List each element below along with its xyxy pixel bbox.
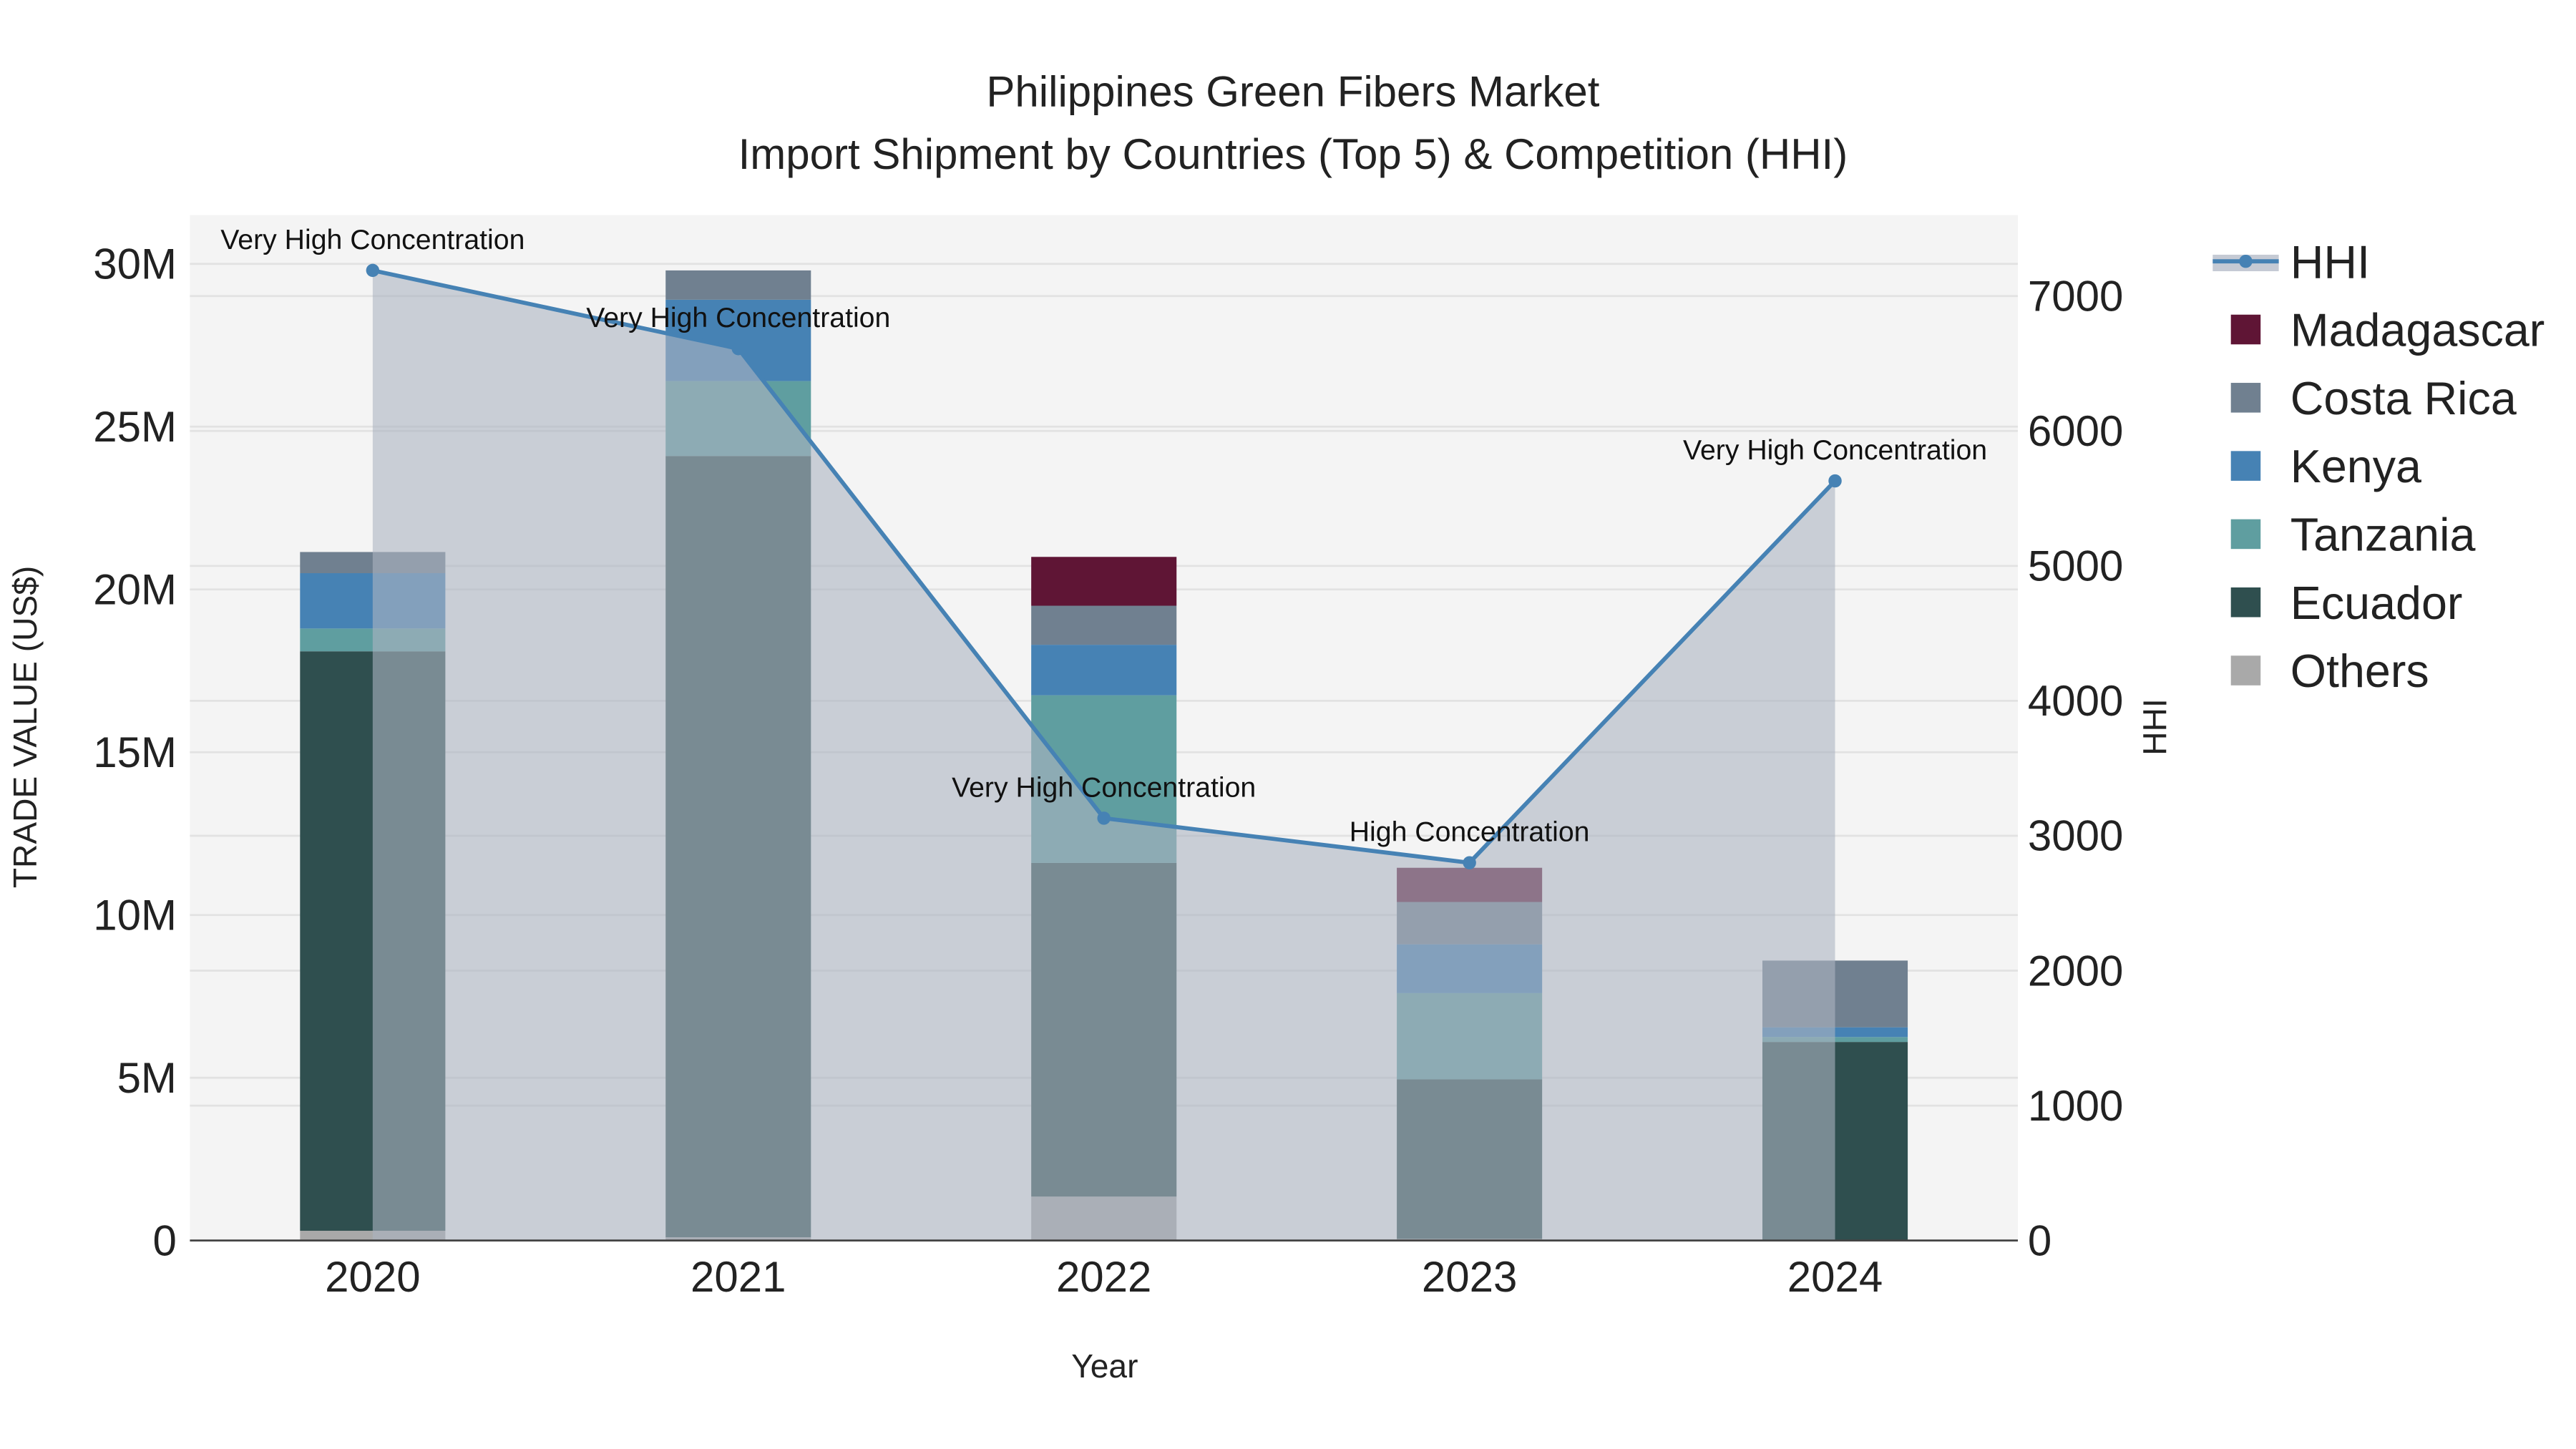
x-tick-label: 2021 — [691, 1253, 786, 1301]
y2-tick-label: 2000 — [2028, 947, 2123, 995]
legend-label: HHI — [2290, 236, 2370, 288]
y-tick-label: 25M — [93, 403, 177, 451]
hhi-annotation: Very High Concentration — [586, 302, 890, 333]
legend-label: Ecuador — [2290, 577, 2463, 629]
y-tick-label: 20M — [93, 566, 177, 614]
legend-label: Costa Rica — [2290, 373, 2517, 424]
hhi-point — [1097, 811, 1111, 825]
y2-tick-label: 7000 — [2028, 272, 2123, 320]
x-tick-label: 2022 — [1056, 1253, 1151, 1301]
legend-hhi-marker — [2239, 254, 2253, 268]
chart-subtitle: Import Shipment by Countries (Top 5) & C… — [738, 130, 1848, 178]
x-axis-label: Year — [1071, 1347, 1138, 1385]
hhi-point — [1828, 474, 1842, 488]
legend-swatch — [2230, 383, 2261, 413]
y-axis-label: TRADE VALUE (US$) — [6, 566, 44, 888]
y-tick-label: 5M — [117, 1054, 177, 1102]
legend-label: Others — [2290, 645, 2429, 697]
y2-tick-label: 1000 — [2028, 1082, 2123, 1130]
x-axis-ticks: 2020 2021 2022 2023 2024 — [325, 1253, 1883, 1301]
hhi-annotation: Very High Concentration — [220, 224, 525, 255]
legend-swatch — [2230, 314, 2261, 345]
legend: HHI Madagascar Costa Rica Kenya Tanzania Ecua… — [2212, 236, 2545, 697]
bar-kenya — [1031, 645, 1177, 696]
hhi-annotation: Very High Concentration — [952, 771, 1256, 803]
chart-title: Philippines Green Fibers Market — [986, 67, 1599, 115]
y2-tick-label: 3000 — [2028, 812, 2123, 860]
hhi-point — [731, 342, 745, 356]
bar-costa-rica — [1031, 605, 1177, 645]
legend-swatch — [2230, 519, 2261, 550]
y2-tick-label: 4000 — [2028, 677, 2123, 725]
legend-swatch — [2230, 451, 2261, 481]
legend-label: Madagascar — [2290, 305, 2545, 356]
y-axis-ticks: 0 5M 10M 15M 20M 25M 30M — [93, 240, 177, 1265]
hhi-point — [1463, 856, 1476, 869]
y2-axis-label: HHI — [2137, 698, 2174, 755]
y-tick-label: 15M — [93, 728, 177, 776]
y2-tick-label: 6000 — [2028, 407, 2123, 455]
y2-tick-label: 5000 — [2028, 542, 2123, 590]
legend-label: Tanzania — [2290, 509, 2476, 561]
legend-label: Kenya — [2290, 441, 2421, 492]
hhi-annotation: High Concentration — [1350, 816, 1590, 848]
bar-costa-rica — [665, 270, 811, 300]
x-tick-label: 2023 — [1422, 1253, 1517, 1301]
y-tick-label: 10M — [93, 891, 177, 939]
bar-madagascar — [1031, 557, 1177, 606]
y2-tick-label: 0 — [2028, 1216, 2051, 1264]
chart: Very High Concentration Very High Concent… — [6, 67, 2545, 1385]
y-tick-label: 30M — [93, 240, 177, 288]
y2-axis-ticks: 0 1000 2000 3000 4000 5000 6000 7000 — [2028, 272, 2123, 1264]
x-tick-label: 2024 — [1787, 1253, 1883, 1301]
y-tick-label: 0 — [153, 1216, 177, 1264]
hhi-point — [366, 263, 380, 278]
legend-swatch — [2230, 655, 2261, 686]
hhi-annotation: Very High Concentration — [1683, 434, 1987, 466]
x-tick-label: 2020 — [325, 1253, 420, 1301]
legend-swatch — [2230, 587, 2261, 618]
